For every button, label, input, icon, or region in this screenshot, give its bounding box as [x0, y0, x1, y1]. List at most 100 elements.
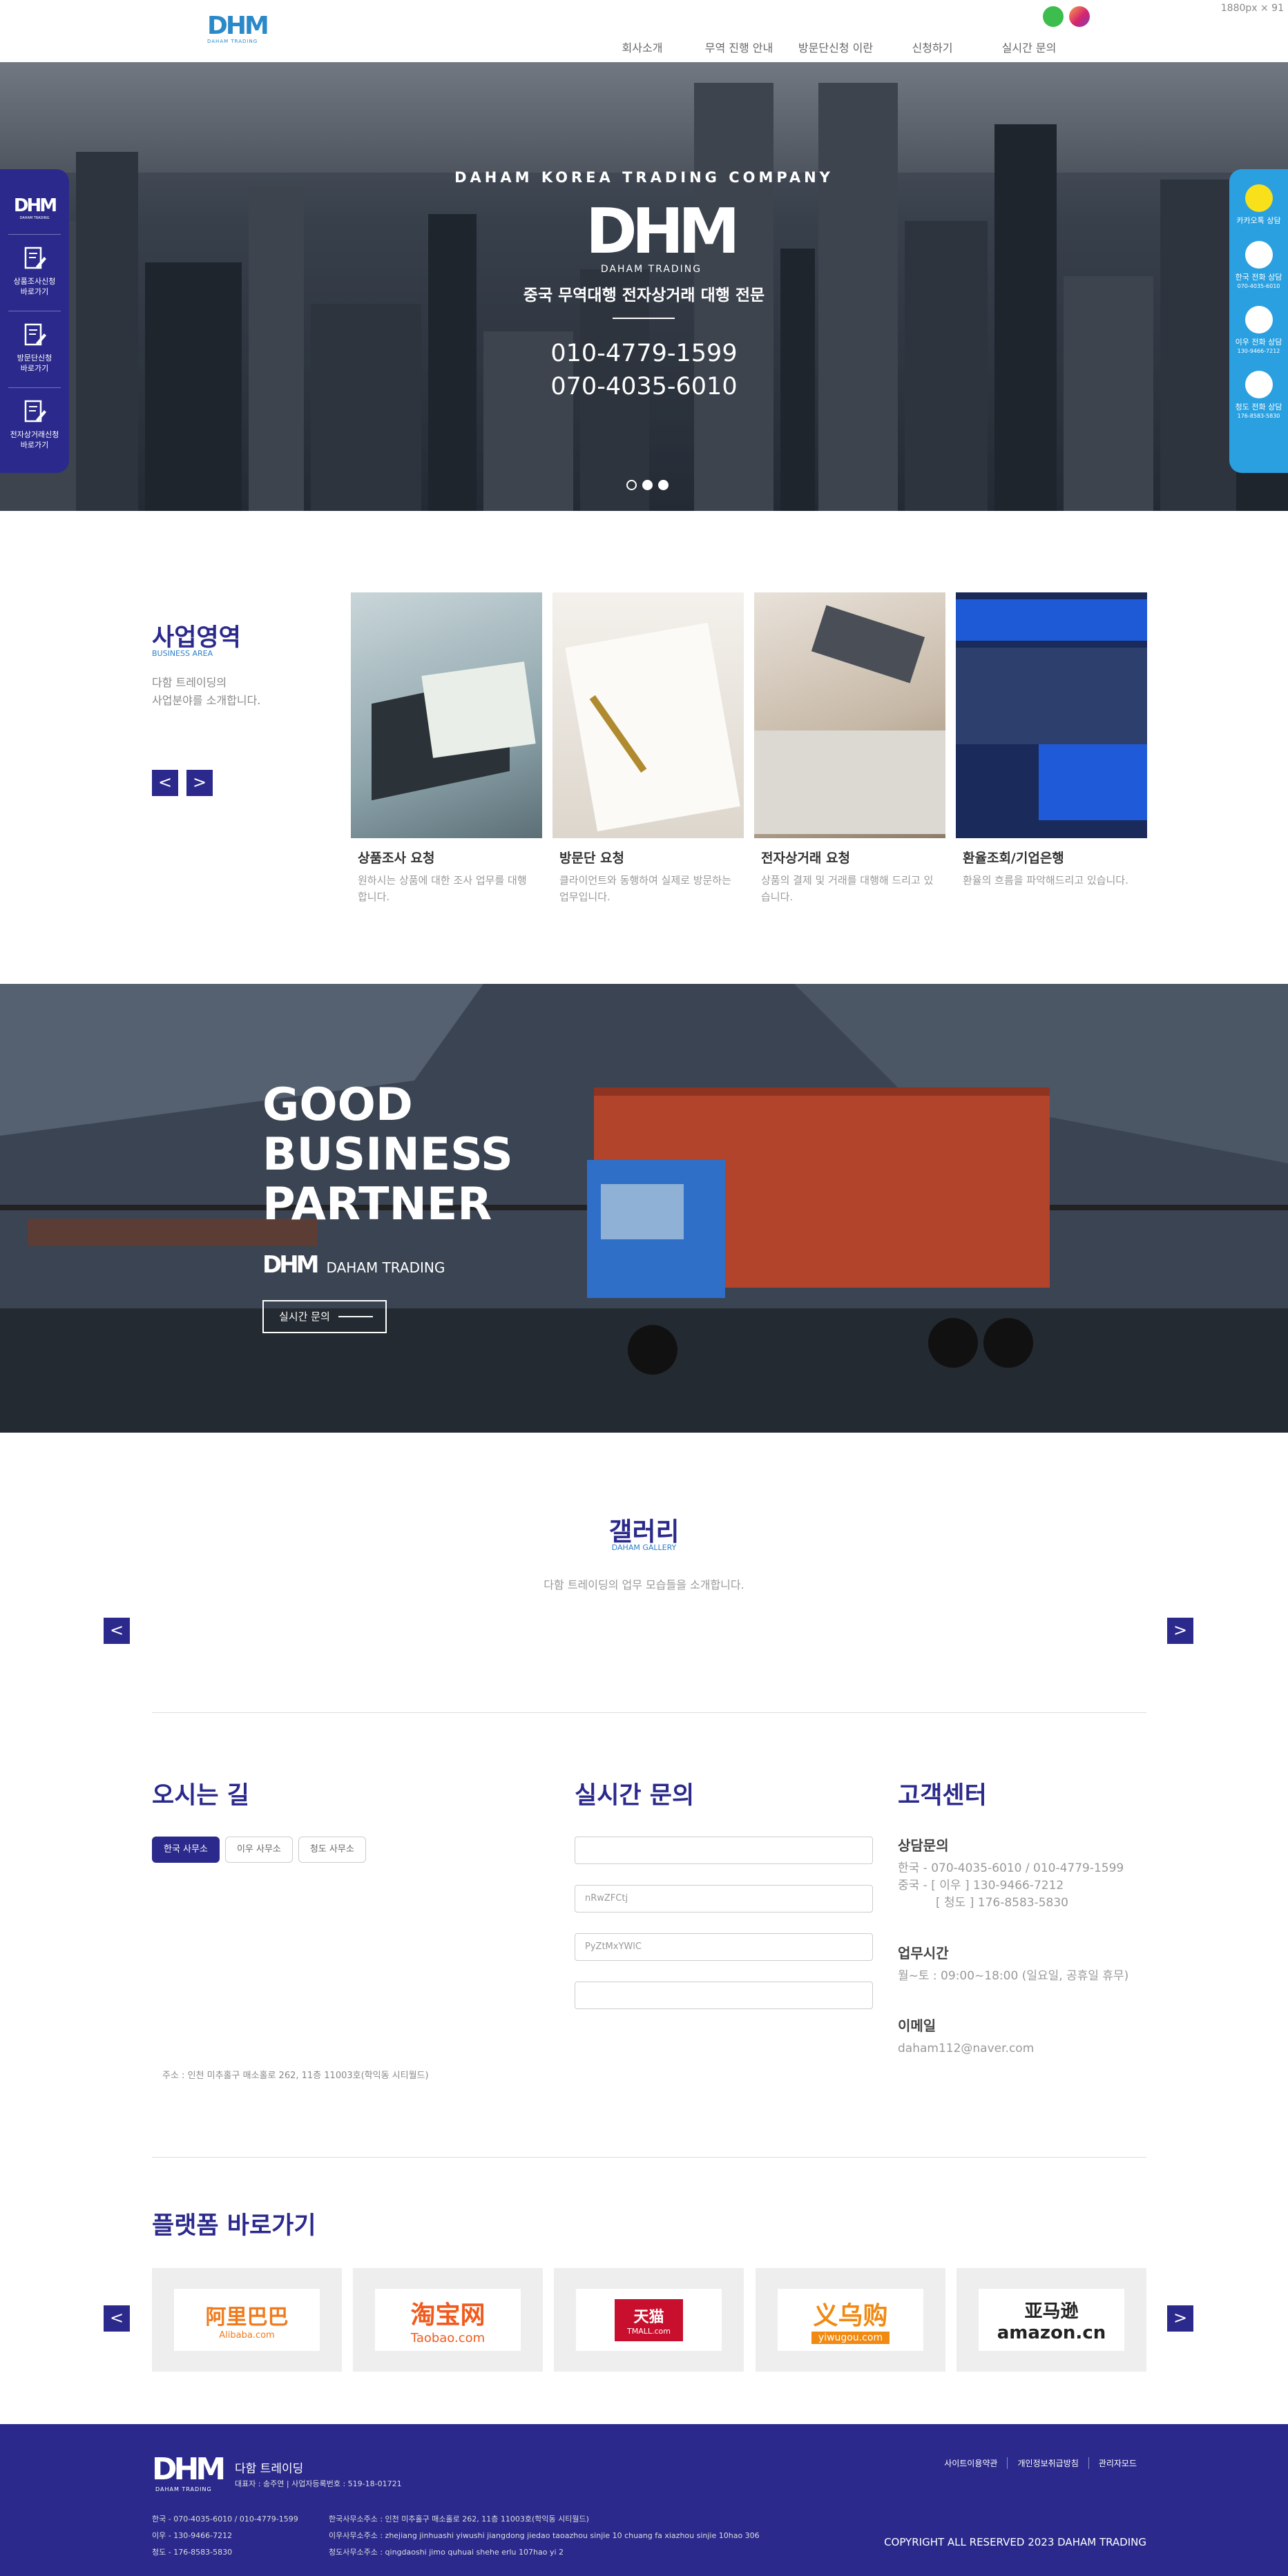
- footer-logo-subtitle: DAHAM TRADING: [155, 2486, 212, 2492]
- edit-document-icon: [24, 246, 46, 269]
- platform-alibaba[interactable]: 阿里巴巴 Alibaba.com: [152, 2268, 342, 2372]
- banner-logo-mark: DHM: [262, 1251, 319, 1279]
- hero-logo: DHM DAHAM TRADING: [586, 200, 740, 275]
- business-card-visit[interactable]: 방문단 요청 클라이언트와 동행하여 실제로 방문하는 업무입니다.: [552, 592, 744, 905]
- gallery-next-button[interactable]: >: [1167, 1618, 1193, 1644]
- business-prev-button[interactable]: <: [152, 770, 178, 796]
- taobao-logo: 淘宝网 Taobao.com: [375, 2289, 521, 2351]
- phone-icon: [1244, 371, 1273, 398]
- nav-apply[interactable]: 신청하기: [884, 39, 981, 55]
- phone-icon: [1244, 306, 1273, 333]
- inquiry-name-input[interactable]: [575, 1837, 873, 1864]
- platform-sub: Alibaba.com: [219, 2330, 275, 2341]
- nav-company-intro[interactable]: 회사소개: [594, 39, 691, 55]
- business-card-exchange[interactable]: 환율조회/기업은행 환율의 흐름을 파악해드리고 있습니다.: [956, 592, 1147, 889]
- tmall-logo: 天猫 TMALL.com: [576, 2289, 722, 2351]
- business-card-title: 방문단 요청: [559, 851, 625, 866]
- platforms-prev-button[interactable]: <: [104, 2305, 130, 2332]
- slider-dot-2[interactable]: [642, 480, 653, 490]
- currency-exchange-photo: [956, 592, 1147, 838]
- live-inquiry-button[interactable]: 실시간 문의: [262, 1300, 387, 1333]
- gallery-prev-button[interactable]: <: [104, 1618, 130, 1644]
- section-divider: [152, 2157, 1146, 2158]
- business-next-button[interactable]: >: [186, 770, 213, 796]
- edit-document-icon: [24, 400, 46, 423]
- quick-logo-subtitle: DAHAM TRADING: [19, 216, 50, 220]
- cs-email-heading: 이메일: [898, 2017, 936, 2034]
- quick-logo: DHM: [13, 195, 57, 216]
- quick-korea-phone[interactable]: 한국 전화 상담 070-4035-6010: [1229, 226, 1288, 291]
- bridge-truck-illustration: [0, 984, 1288, 1433]
- footer-phone-line: 청도 - 176-8583-5830: [152, 2548, 233, 2557]
- footer-phone-line: 한국 - 070-4035-6010 / 010-4779-1599: [152, 2515, 298, 2524]
- banner-line-1: GOOD: [262, 1079, 413, 1131]
- nav-visit-group[interactable]: 방문단신청 이란: [787, 39, 884, 55]
- quick-label-3b: 바로가기: [20, 440, 49, 449]
- banner-headline: GOOD BUSINESS PARTNER: [262, 1081, 513, 1230]
- arrow-right-icon: [338, 1316, 373, 1317]
- quick-yiwu-label: 이우 전화 상담: [1235, 338, 1282, 347]
- kakaotalk-icon[interactable]: [1043, 6, 1064, 27]
- business-card-title: 상품조사 요청: [358, 851, 435, 866]
- hero-phone-2: 070-4035-6010: [550, 373, 738, 400]
- tab-yiwu-office[interactable]: 이우 사무소: [224, 1837, 293, 1863]
- quick-visit-group[interactable]: 방문단신청 바로가기: [8, 311, 61, 374]
- main-nav: 회사소개 무역 진행 안내 방문단신청 이란 신청하기 실시간 문의: [594, 39, 1077, 55]
- laptop-notes-photo: [351, 592, 542, 838]
- platform-sub: amazon.cn: [997, 2322, 1106, 2343]
- platform-yiwugou[interactable]: 义乌购 yiwugou.com: [756, 2268, 945, 2372]
- slider-dot-3[interactable]: [658, 480, 669, 490]
- business-card-ecommerce[interactable]: 전자상거래 요청 상품의 결제 및 거래를 대행해 드리고 있습니다.: [754, 592, 945, 905]
- amazon-logo: 亚马逊 amazon.cn: [979, 2289, 1124, 2351]
- quick-menu-right: 카카오톡 상담 한국 전화 상담 070-4035-6010 이우 전화 상담 …: [1229, 169, 1288, 473]
- phone-icon: [1244, 241, 1273, 269]
- social-links: [1043, 6, 1090, 27]
- hero-divider: [613, 318, 675, 319]
- platforms-next-button[interactable]: >: [1167, 2305, 1193, 2332]
- platform-amazon[interactable]: 亚马逊 amazon.cn: [957, 2268, 1146, 2372]
- quick-product-research[interactable]: 상품조사신청 바로가기: [8, 234, 61, 297]
- business-card-research[interactable]: 상품조사 요청 원하시는 상품에 대한 조사 업무를 대행합니다.: [351, 592, 542, 905]
- cs-hours-heading: 업무시간: [898, 1945, 949, 1962]
- footer-office-line: 한국사무소주소 : 인천 미추홀구 매소홀로 262, 11층 11003호(학…: [329, 2515, 589, 2524]
- edit-document-icon: [24, 323, 46, 346]
- footer-logo: DHM: [152, 2452, 226, 2487]
- tab-korea-office[interactable]: 한국 사무소: [152, 1837, 220, 1863]
- gallery-title: 갤러리: [608, 1517, 680, 1547]
- business-card-text: 상품의 결제 및 거래를 대행해 드리고 있습니다.: [761, 874, 934, 903]
- quick-korea-number: 070-4035-6010: [1237, 283, 1280, 289]
- quick-qingdao-phone[interactable]: 청도 전화 상담 176-8583-5830: [1229, 356, 1288, 420]
- live-inquiry-button-label: 실시간 문의: [279, 1310, 330, 1323]
- nav-trade-guide[interactable]: 무역 진행 안내: [691, 39, 787, 55]
- platform-label: 天猫: [633, 2308, 664, 2326]
- cs-email[interactable]: daham112@naver.com: [898, 2040, 1034, 2057]
- quick-kakao-consult[interactable]: 카카오톡 상담: [1229, 169, 1288, 226]
- footer-links: 사이트이용약관 개인정보취급방침 관리자모드: [934, 2457, 1146, 2469]
- quick-qingdao-number: 176-8583-5830: [1237, 413, 1280, 419]
- inquiry-captcha-input[interactable]: PyZtMxYWlC: [575, 1933, 873, 1961]
- logo-subtitle: DAHAM TRADING: [207, 39, 258, 44]
- nav-live-inquiry[interactable]: 실시간 문의: [981, 39, 1077, 55]
- platform-taobao[interactable]: 淘宝网 Taobao.com: [353, 2268, 543, 2372]
- footer-phone-line: 이우 - 130-9466-7212: [152, 2531, 233, 2540]
- cs-consult-line-3: [ 청도 ] 176-8583-5830: [936, 1896, 1068, 1910]
- site-logo[interactable]: DHM DAHAM TRADING: [207, 14, 269, 46]
- footer-link-admin[interactable]: 관리자모드: [1088, 2457, 1146, 2469]
- platform-label: 淘宝网: [410, 2301, 486, 2330]
- quick-qingdao-label: 청도 전화 상담: [1235, 403, 1282, 411]
- quick-yiwu-phone[interactable]: 이우 전화 상담 130-9466-7212: [1229, 291, 1288, 356]
- slider-dot-1[interactable]: [626, 480, 637, 490]
- platforms-title: 플랫폼 바로가기: [152, 2212, 316, 2240]
- site-header: DHM DAHAM TRADING 회사소개 무역 진행 안내 방문단신청 이란…: [0, 0, 1288, 62]
- footer-link-privacy[interactable]: 개인정보취급방침: [1007, 2457, 1088, 2469]
- footer-link-terms[interactable]: 사이트이용약관: [934, 2457, 1007, 2469]
- tab-qingdao-office[interactable]: 청도 사무소: [298, 1837, 366, 1863]
- inquiry-message-input[interactable]: [575, 1982, 873, 2009]
- quick-ecommerce[interactable]: 전자상거래신청 바로가기: [8, 387, 61, 450]
- platform-tmall[interactable]: 天猫 TMALL.com: [554, 2268, 744, 2372]
- business-card-text: 환율의 흐름을 파악해드리고 있습니다.: [963, 874, 1128, 887]
- quick-label-1b: 바로가기: [20, 287, 49, 296]
- business-description: 다함 트레이딩의 사업분야를 소개합니다.: [152, 674, 260, 710]
- instagram-icon[interactable]: [1069, 6, 1090, 27]
- inquiry-contact-input[interactable]: nRwZFCtj: [575, 1885, 873, 1912]
